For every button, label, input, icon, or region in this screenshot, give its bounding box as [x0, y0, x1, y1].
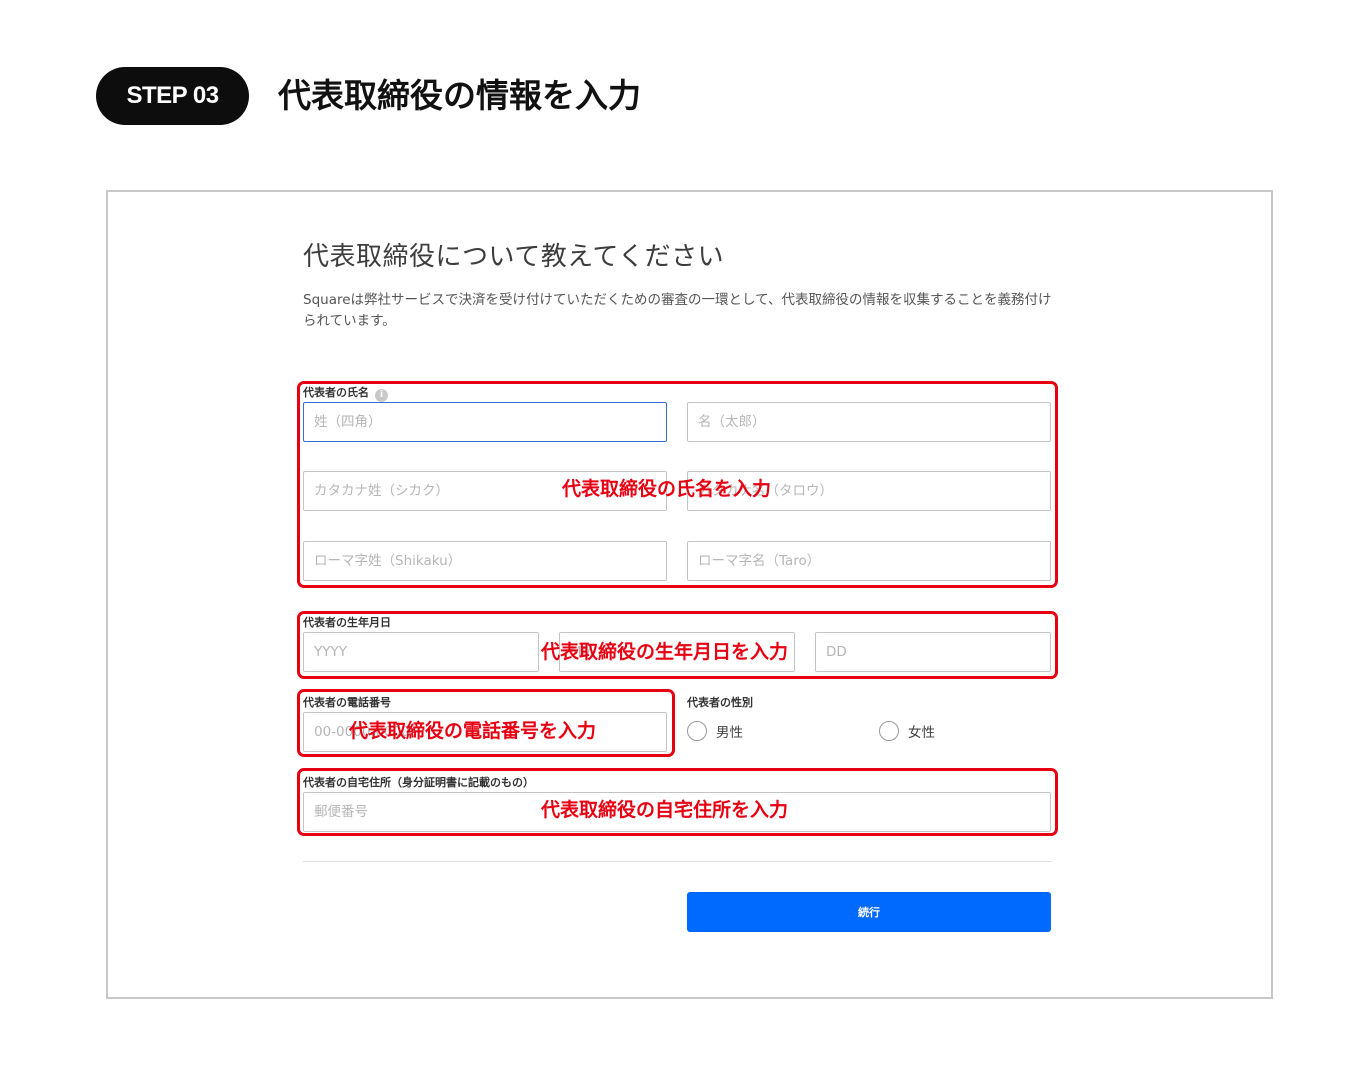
last-name-input[interactable] — [303, 402, 667, 442]
name-label-text: 代表者の氏名 — [303, 386, 369, 399]
birth-year-input[interactable] — [303, 632, 539, 672]
annotation-birth: 代表取締役の生年月日を入力 — [541, 641, 789, 663]
annotation-phone: 代表取締役の電話番号を入力 — [349, 720, 597, 742]
gender-option-male[interactable]: 男性 — [687, 721, 743, 741]
name-label: 代表者の氏名 i — [303, 384, 388, 402]
radio-female[interactable] — [879, 721, 899, 741]
gender-option-male-label: 男性 — [716, 725, 743, 741]
form-description: Squareは弊社サービスで決済を受け付けていただくための審査の一環として、代表… — [303, 292, 1052, 329]
roman-first-name-input[interactable] — [687, 541, 1051, 581]
annotation-name: 代表取締役の氏名を入力 — [562, 478, 772, 500]
divider — [303, 861, 1051, 862]
gender-label: 代表者の性別 — [687, 696, 753, 709]
phone-label: 代表者の電話番号 — [303, 696, 391, 709]
birth-day-input[interactable] — [815, 632, 1051, 672]
page-title: 代表取締役の情報を入力 — [278, 76, 641, 115]
gender-option-female-label: 女性 — [908, 725, 935, 741]
form-heading: 代表取締役について教えてください — [303, 242, 725, 272]
roman-last-name-input[interactable] — [303, 541, 667, 581]
radio-male[interactable] — [687, 721, 707, 741]
first-name-input[interactable] — [687, 402, 1051, 442]
address-label: 代表者の自宅住所（身分証明書に記載のもの） — [303, 776, 534, 789]
step-badge: STEP 03 — [96, 67, 249, 125]
annotation-address: 代表取締役の自宅住所を入力 — [541, 799, 789, 821]
continue-button[interactable]: 続行 — [687, 892, 1051, 932]
info-icon[interactable]: i — [375, 389, 388, 402]
birth-label: 代表者の生年月日 — [303, 616, 391, 629]
gender-option-female[interactable]: 女性 — [879, 721, 935, 741]
